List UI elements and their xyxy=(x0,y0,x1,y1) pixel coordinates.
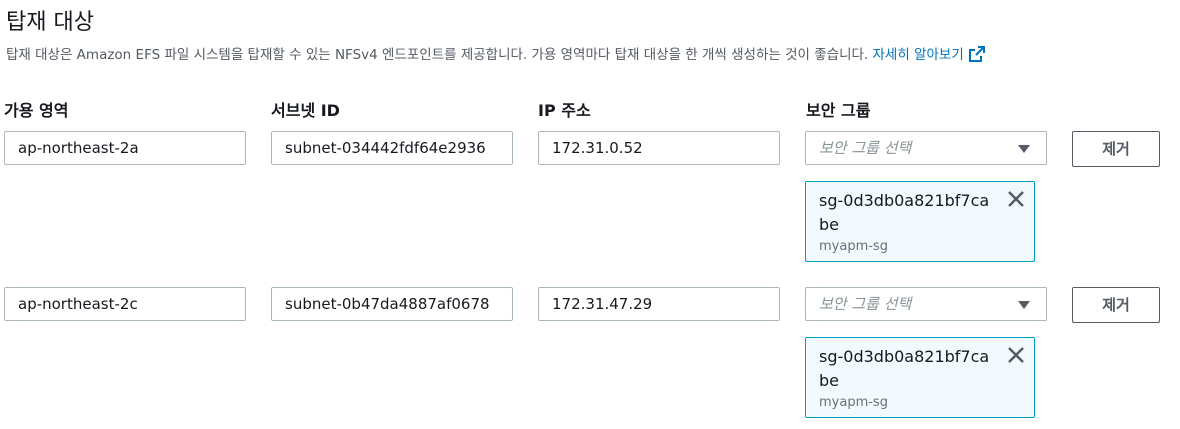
column-header-az: 가용 영역 xyxy=(4,101,69,120)
learn-more-label: 자세히 알아보기 xyxy=(872,47,964,63)
external-link-icon xyxy=(968,45,986,67)
column-header-subnet: 서브넷 ID xyxy=(271,101,340,120)
remove-button[interactable]: 제거 xyxy=(1072,131,1160,167)
description-text: 탑재 대상은 Amazon EFS 파일 시스템을 탑재할 수 있는 NFSv4… xyxy=(6,47,869,63)
az-field[interactable]: ap-northeast-2c xyxy=(4,287,246,321)
column-header-ip: IP 주소 xyxy=(538,101,591,120)
remove-button[interactable]: 제거 xyxy=(1072,287,1160,323)
token-name: myapm-sg xyxy=(819,239,888,254)
security-group-select[interactable]: 보안 그룹 선택 xyxy=(805,131,1047,165)
ip-address-input[interactable]: 172.31.47.29 xyxy=(538,287,780,321)
security-group-token: sg-0d3db0a821bf7cabe myapm-sg xyxy=(805,181,1035,262)
security-group-select[interactable]: 보안 그룹 선택 xyxy=(805,287,1047,321)
page-title: 탑재 대상 xyxy=(6,10,94,35)
az-field[interactable]: ap-northeast-2a xyxy=(4,131,246,165)
select-placeholder: 보안 그룹 선택 xyxy=(819,295,912,313)
token-name: myapm-sg xyxy=(819,395,888,410)
column-header-sg: 보안 그룹 xyxy=(806,101,871,120)
learn-more-link[interactable]: 자세히 알아보기 xyxy=(872,46,986,63)
ip-address-input[interactable]: 172.31.0.52 xyxy=(538,131,780,165)
page-description: 탑재 대상은 Amazon EFS 파일 시스템을 탑재할 수 있는 NFSv4… xyxy=(6,43,986,67)
caret-down-icon xyxy=(1018,145,1030,153)
close-icon[interactable] xyxy=(1006,345,1026,365)
subnet-field[interactable]: subnet-0b47da4887af0678 xyxy=(271,287,513,321)
select-placeholder: 보안 그룹 선택 xyxy=(819,139,912,157)
close-icon[interactable] xyxy=(1006,189,1026,209)
security-group-token: sg-0d3db0a821bf7cabe myapm-sg xyxy=(805,337,1035,418)
token-id: sg-0d3db0a821bf7cabe xyxy=(819,191,990,234)
subnet-field[interactable]: subnet-034442fdf64e2936 xyxy=(271,131,513,165)
caret-down-icon xyxy=(1018,301,1030,309)
token-id: sg-0d3db0a821bf7cabe xyxy=(819,347,990,390)
